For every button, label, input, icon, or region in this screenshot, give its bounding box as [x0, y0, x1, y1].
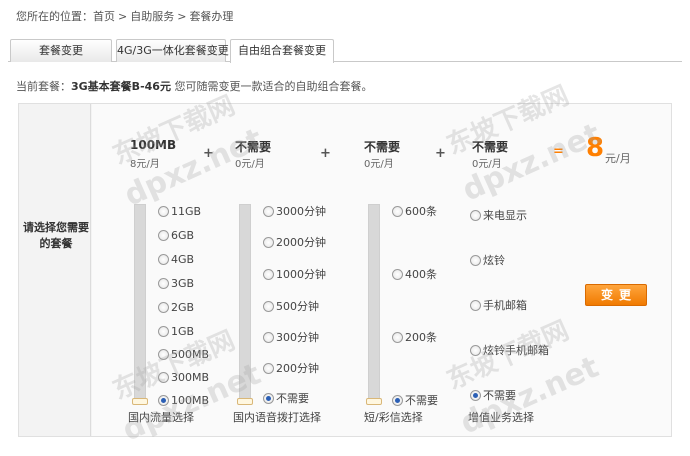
sms-header-title: 不需要: [364, 140, 401, 154]
row-label-cell: 请选择您需要的套餐: [19, 104, 91, 436]
data-option[interactable]: 6GB: [158, 229, 194, 243]
voice-header-price: 0元/月: [235, 159, 265, 170]
sms-slider-track[interactable]: [368, 204, 380, 404]
voice-header-title: 不需要: [235, 140, 272, 154]
radio-icon[interactable]: [158, 206, 169, 217]
voice-option[interactable]: 1000分钟: [263, 268, 326, 282]
radio-icon[interactable]: [158, 230, 169, 241]
tab-plan-change[interactable]: 套餐变更: [10, 39, 112, 62]
radio-icon[interactable]: [392, 332, 403, 343]
value-added-header-price: 0元/月: [472, 159, 502, 170]
tab-bar: 套餐变更 4G/3G一体化套餐变更 自由组合套餐变更: [8, 38, 682, 63]
voice-option[interactable]: 500分钟: [263, 300, 319, 314]
sms-option-selected[interactable]: 不需要: [392, 394, 438, 408]
equals-sign: =: [553, 144, 564, 159]
radio-icon[interactable]: [158, 302, 169, 313]
breadcrumb-separator: >: [177, 10, 187, 23]
radio-icon[interactable]: [392, 206, 403, 217]
data-option[interactable]: 1GB: [158, 325, 194, 339]
plan-selector-panel: 请选择您需要的套餐 100MB 8元/月 + 不需要 0元/月 + 不需要 0元…: [18, 103, 672, 437]
plan-options-area: 100MB 8元/月 + 不需要 0元/月 + 不需要 0元/月 + 不需要 0…: [92, 104, 671, 436]
plus-sign: +: [435, 146, 446, 161]
breadcrumb-home-link[interactable]: 首页: [93, 10, 115, 23]
radio-checked-icon[interactable]: [392, 395, 403, 406]
value-added-selection-label: 增值业务选择: [468, 411, 534, 424]
breadcrumb-self-service-link[interactable]: 自助服务: [130, 10, 174, 23]
sms-header-price: 0元/月: [364, 159, 394, 170]
breadcrumb-current: 套餐办理: [189, 10, 234, 23]
radio-icon[interactable]: [263, 301, 274, 312]
radio-icon[interactable]: [470, 210, 481, 221]
sms-slider-handle[interactable]: [366, 398, 382, 405]
sms-option[interactable]: 600条: [392, 205, 437, 219]
voice-option[interactable]: 300分钟: [263, 331, 319, 345]
value-added-option[interactable]: 手机邮箱: [470, 299, 527, 313]
data-option[interactable]: 3GB: [158, 277, 194, 291]
tab-custom-plan-change[interactable]: 自由组合套餐变更: [230, 39, 334, 63]
tab-4g3g-plan-change[interactable]: 4G/3G一体化套餐变更: [116, 39, 229, 62]
total-price-value: 8: [586, 133, 605, 163]
radio-icon[interactable]: [470, 345, 481, 356]
radio-icon[interactable]: [158, 278, 169, 289]
current-plan-prefix: 当前套餐：: [16, 80, 71, 93]
radio-icon[interactable]: [158, 349, 169, 360]
voice-selection-label: 国内语音拨打选择: [233, 411, 321, 424]
radio-icon[interactable]: [470, 300, 481, 311]
voice-option[interactable]: 2000分钟: [263, 236, 326, 250]
sms-option[interactable]: 200条: [392, 331, 437, 345]
plus-sign: +: [203, 146, 214, 161]
radio-icon[interactable]: [263, 269, 274, 280]
radio-icon[interactable]: [263, 332, 274, 343]
voice-option-selected[interactable]: 不需要: [263, 392, 309, 406]
radio-checked-icon[interactable]: [470, 390, 481, 401]
data-slider-track[interactable]: [134, 204, 146, 404]
plus-sign: +: [320, 146, 331, 161]
data-header-title: 100MB: [130, 138, 177, 152]
data-slider-handle[interactable]: [132, 398, 148, 405]
radio-icon[interactable]: [263, 363, 274, 374]
data-option-selected[interactable]: 100MB: [158, 394, 209, 408]
breadcrumb-separator: >: [118, 10, 128, 23]
value-added-option-selected[interactable]: 不需要: [470, 389, 516, 403]
radio-icon[interactable]: [158, 326, 169, 337]
voice-slider-track[interactable]: [239, 204, 251, 404]
value-added-header-title: 不需要: [472, 140, 509, 154]
radio-icon[interactable]: [158, 372, 169, 383]
voice-option[interactable]: 3000分钟: [263, 205, 326, 219]
sms-selection-label: 短/彩信选择: [364, 411, 423, 424]
data-option[interactable]: 2GB: [158, 301, 194, 315]
change-plan-button[interactable]: 变更: [585, 284, 647, 306]
radio-icon[interactable]: [263, 237, 274, 248]
value-added-option[interactable]: 来电显示: [470, 209, 527, 223]
current-plan-hint: 您可随需变更一款适合的自助组合套餐。: [174, 80, 373, 93]
current-plan-line: 当前套餐：3G基本套餐B-46元 您可随需变更一款适合的自助组合套餐。: [16, 78, 372, 94]
row-label: 请选择您需要的套餐: [23, 221, 89, 250]
radio-checked-icon[interactable]: [158, 395, 169, 406]
radio-icon[interactable]: [470, 255, 481, 266]
radio-icon[interactable]: [263, 206, 274, 217]
data-header-price: 8元/月: [130, 159, 160, 170]
voice-option[interactable]: 200分钟: [263, 362, 319, 376]
data-option[interactable]: 500MB: [158, 348, 209, 362]
data-selection-label: 国内流量选择: [128, 411, 194, 424]
radio-checked-icon[interactable]: [263, 393, 274, 404]
data-option[interactable]: 300MB: [158, 371, 209, 385]
data-option[interactable]: 4GB: [158, 253, 194, 267]
current-plan-name: 3G基本套餐B-46元: [71, 80, 171, 93]
sms-option[interactable]: 400条: [392, 268, 437, 282]
total-price-unit: 元/月: [605, 152, 631, 165]
value-added-option[interactable]: 炫铃手机邮箱: [470, 344, 549, 358]
radio-icon[interactable]: [392, 269, 403, 280]
voice-slider-handle[interactable]: [237, 398, 253, 405]
breadcrumb-prefix: 您所在的位置：: [16, 10, 93, 23]
radio-icon[interactable]: [158, 254, 169, 265]
breadcrumb: 您所在的位置：首页 > 自助服务 > 套餐办理: [16, 8, 233, 24]
data-option[interactable]: 11GB: [158, 205, 201, 219]
value-added-option[interactable]: 炫铃: [470, 254, 505, 268]
